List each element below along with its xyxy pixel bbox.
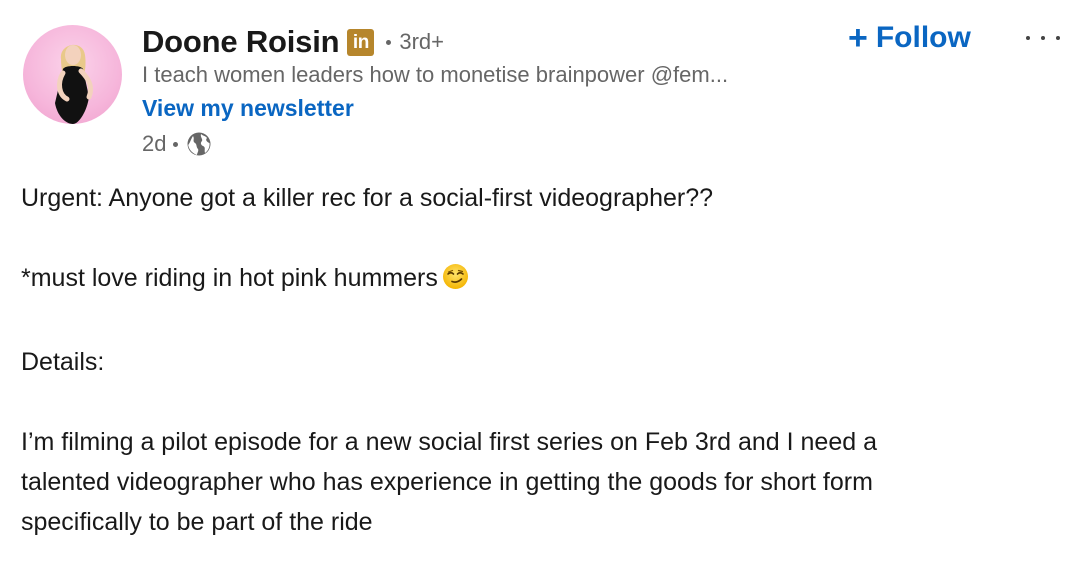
feed-post: Doone Roisin in 3rd+ I teach women leade… <box>0 0 1092 576</box>
author-name-row: Doone Roisin in 3rd+ <box>142 22 444 62</box>
post-line: I’m filming a pilot episode for a new so… <box>21 428 877 456</box>
author-avatar[interactable] <box>23 25 122 124</box>
post-line: specifically to be part of the ride <box>21 508 373 536</box>
more-options-button[interactable] <box>1026 28 1060 48</box>
ellipsis-icon-dot <box>1026 36 1030 40</box>
view-newsletter-link[interactable]: View my newsletter <box>142 95 354 122</box>
post-line-text: *must love riding in hot pink hummers <box>21 264 438 292</box>
globe-icon <box>186 131 212 157</box>
post-body: Urgent: Anyone got a killer rec for a so… <box>21 178 1071 542</box>
author-headline: I teach women leaders how to monetise br… <box>142 62 729 87</box>
post-line: talented videographer who has experience… <box>21 468 873 496</box>
avatar-photo <box>55 44 94 124</box>
separator-dot <box>173 141 179 147</box>
follow-button[interactable]: + Follow <box>848 18 971 58</box>
ellipsis-icon-dot <box>1041 36 1045 40</box>
plus-icon: + <box>848 19 868 57</box>
separator-dot <box>386 39 392 45</box>
connection-degree: 3rd+ <box>399 29 445 54</box>
author-name[interactable]: Doone Roisin <box>142 24 340 60</box>
smirking-face-emoji-icon <box>442 262 469 302</box>
post-line: Details: <box>21 348 105 376</box>
premium-badge-icon: in <box>347 28 375 56</box>
post-meta: 2d <box>142 130 212 158</box>
ellipsis-icon-dot <box>1056 36 1060 40</box>
follow-label: Follow <box>875 21 971 54</box>
post-timestamp: 2d <box>142 131 167 156</box>
post-line: *must love riding in hot pink hummers <box>21 258 1071 302</box>
post-line: Urgent: Anyone got a killer rec for a so… <box>21 184 714 212</box>
